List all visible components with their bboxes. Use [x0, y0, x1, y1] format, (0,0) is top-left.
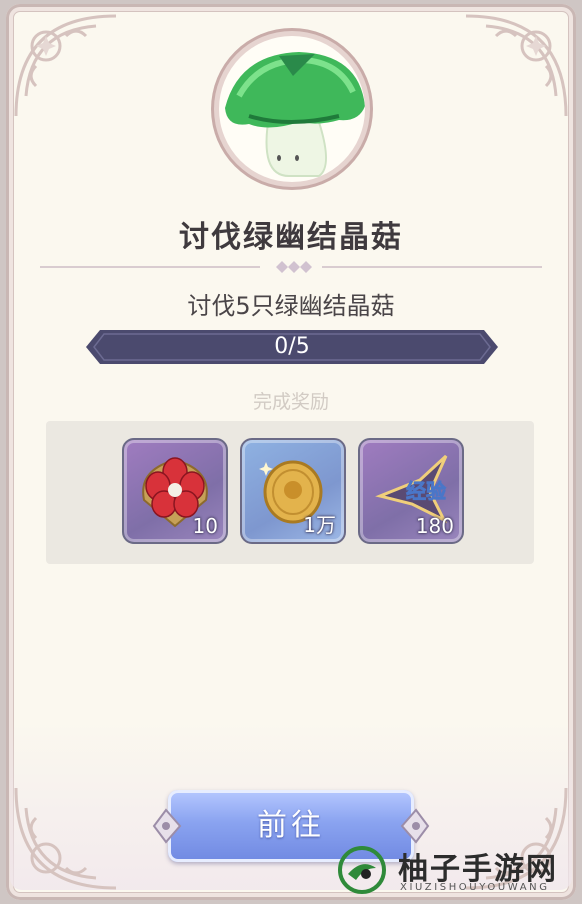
quest-description: 讨伐5只绿幽结晶菇 [187, 292, 395, 320]
reward-count: 1万 [303, 513, 336, 537]
button-ornament [152, 806, 182, 846]
corner-ornament [6, 778, 126, 898]
rewards-heading: 完成奖励 [252, 391, 329, 413]
progress-bar: 0/5 [86, 328, 498, 366]
mushroom-portrait [219, 36, 365, 182]
quest-title: 讨伐绿幽结晶菇 [179, 220, 403, 255]
watermark-logo-icon [336, 844, 388, 896]
reward-item-exp[interactable]: 经验 180 [358, 438, 464, 544]
watermark-sub: XIUZISHOUYOUWANG [400, 882, 550, 893]
exp-label: 经验 [406, 479, 446, 503]
progress-text: 0/5 [274, 334, 310, 359]
corner-ornament [6, 6, 126, 126]
button-ornament [400, 806, 430, 846]
title-divider [40, 255, 542, 277]
reward-count: 180 [415, 514, 454, 538]
site-watermark: 柚子手游网 XIUZISHOUYOUWANG [336, 842, 576, 900]
corner-ornament [456, 6, 576, 126]
reward-count: 10 [192, 514, 218, 538]
reward-item-flower-emblem[interactable]: 10 [122, 438, 228, 544]
reward-item-gold-coin[interactable]: 1万 [240, 438, 346, 544]
